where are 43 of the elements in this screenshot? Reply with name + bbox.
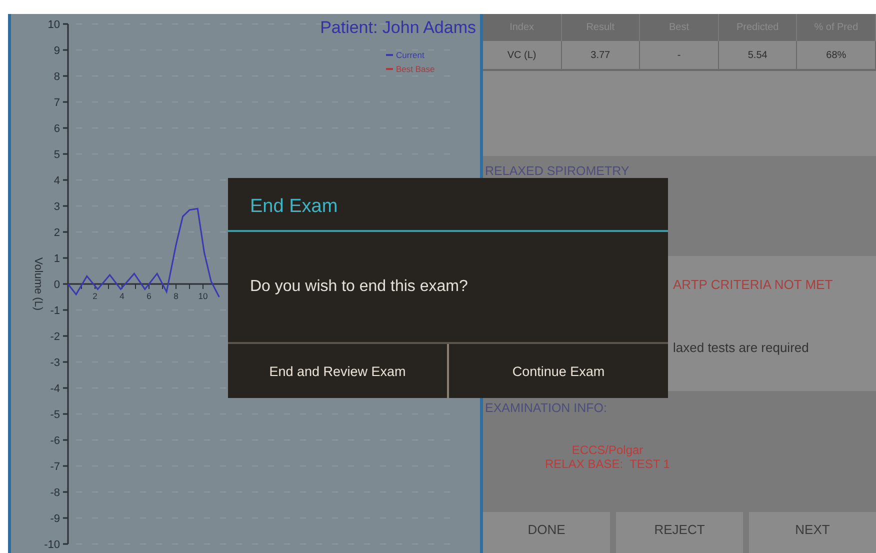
dialog-title: End Exam [228,178,668,232]
table-cell: - [640,41,719,71]
x-tick-label: 10 [198,291,208,301]
x-tick-label: 6 [146,291,152,301]
y-tick-label: -8 [50,487,60,499]
table-cell: VC (L) [483,41,562,71]
y-tick-label: -6 [50,435,60,447]
y-tick-label: -2 [50,331,60,343]
y-tick-label: 6 [54,123,60,135]
y-tick-label: 0 [54,279,60,291]
table-cell: 3.77 [562,41,640,71]
y-tick-label: -4 [50,383,60,395]
y-tick-label: 7 [54,97,60,109]
table-cell: 68% [797,41,876,71]
exam-info-text: RELAX BASE: TEST 1 [545,457,670,471]
legend-label: Best Base [396,64,435,74]
y-tick-label: 1 [54,253,60,265]
legend-label: Current [396,50,424,60]
criteria-text: ARTP CRITERIA NOT MET [673,277,834,292]
table-cell: 5.54 [718,41,798,71]
x-tick-label: 4 [120,291,124,301]
action-button[interactable]: REJECT [616,512,743,553]
y-axis-label: Volume (L) [32,257,44,311]
y-tick-label: -5 [50,409,60,421]
y-tick-label: 9 [54,45,60,57]
y-tick-label: -10 [44,539,60,551]
x-tick-label: 8 [174,291,178,301]
exam-info-text: ECCS/Polgar [572,443,644,457]
y-tick-label: 2 [54,227,60,239]
patient-name: Patient: John Adams [320,18,476,38]
y-tick-label: 5 [54,149,60,161]
action-button[interactable]: NEXT [749,512,876,553]
y-tick-label: -1 [50,305,60,317]
y-tick-label: 8 [54,71,60,83]
y-tick-label: -9 [50,513,60,525]
y-tick-label: 3 [54,201,60,213]
y-tick-label: 10 [48,19,60,31]
x-tick-label: 2 [92,291,98,301]
criteria-text: laxed tests are required [673,340,810,355]
y-tick-label: -7 [50,461,60,473]
action-button[interactable]: DONE [483,512,610,553]
y-tick-label: -3 [50,357,60,369]
y-tick-label: 4 [54,175,60,187]
